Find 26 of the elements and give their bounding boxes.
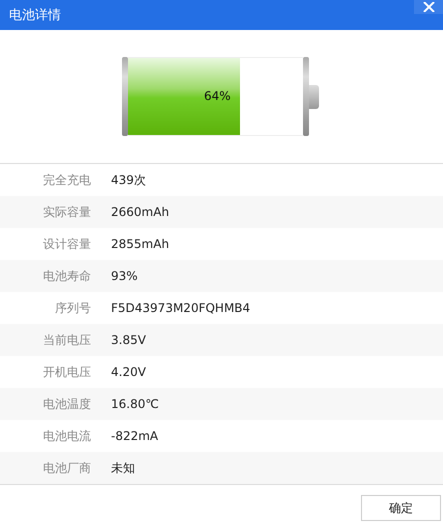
detail-label: 电池厂商 <box>42 460 91 476</box>
detail-label: 开机电压 <box>42 364 91 380</box>
window-title: 电池详情 <box>8 7 61 24</box>
close-icon <box>422 2 434 12</box>
detail-value: 439次 <box>111 172 146 188</box>
detail-value: 93% <box>111 269 138 283</box>
battery-percentage: 64% <box>204 89 231 103</box>
ok-button[interactable]: 确定 <box>361 495 441 521</box>
detail-value: 未知 <box>111 460 135 476</box>
detail-label: 设计容量 <box>42 236 91 252</box>
detail-label: 实际容量 <box>42 204 91 220</box>
detail-label: 序列号 <box>54 300 91 316</box>
detail-label: 当前电压 <box>42 332 91 348</box>
detail-label: 电池温度 <box>42 396 91 412</box>
detail-value: 4.20V <box>111 365 146 379</box>
detail-value: -822mA <box>111 429 158 443</box>
close-button[interactable] <box>414 0 443 14</box>
detail-value: F5D43973M20FQHMB4 <box>111 301 250 315</box>
detail-value: 16.80℃ <box>111 397 159 411</box>
detail-value: 3.85V <box>111 333 146 347</box>
detail-label: 完全充电 <box>42 172 91 188</box>
detail-label: 电池寿命 <box>42 268 91 284</box>
battery-terminal <box>309 84 319 108</box>
detail-value: 2855mAh <box>111 237 170 251</box>
detail-label: 电池电流 <box>42 428 91 444</box>
detail-value: 2660mAh <box>111 205 170 219</box>
